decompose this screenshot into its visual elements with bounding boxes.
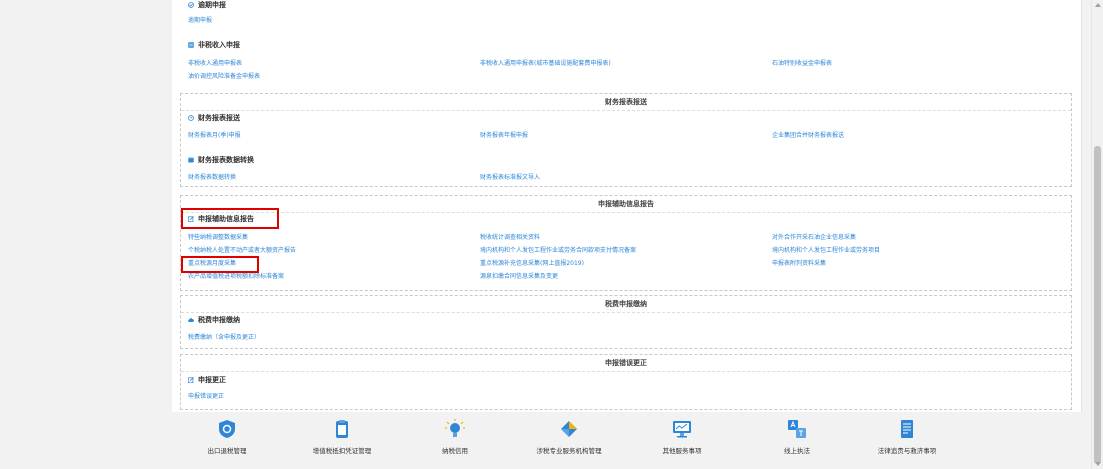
- scrollbar-thumb[interactable]: [1094, 146, 1101, 464]
- subsection-financial-convert: 财务报表数据转换: [188, 155, 254, 165]
- link-fin-import[interactable]: 财务报表标准报文导入: [480, 174, 540, 182]
- subsection-fee-payment: 税费申报缴纳: [188, 315, 240, 325]
- nav-label: 法律追责与救济事项: [877, 447, 937, 455]
- link-attached-data[interactable]: 申报表附列资料采集: [772, 260, 826, 268]
- link-overdue[interactable]: 逾期申报: [188, 17, 212, 25]
- bottom-nav: 出口退税管理 增值税抵扣凭证管理 纳税信用 涉税专业服务机构管理 其他服务事项 …: [172, 412, 1081, 469]
- link-fin-group[interactable]: 企业集团合并财务报表报送: [772, 132, 844, 140]
- box-financial: 财务报表报送: [180, 93, 1072, 187]
- subsection-overdue: 逾期申报: [188, 0, 226, 10]
- database-icon: [188, 157, 194, 163]
- nav-export-rebate[interactable]: 出口退税管理: [172, 418, 282, 455]
- nav-label: 其他服务事项: [662, 447, 702, 455]
- link-correction[interactable]: 申报错误更正: [188, 393, 224, 401]
- subsection-non-tax: 非税收入申报: [188, 40, 240, 50]
- check-circle-icon: [188, 2, 194, 8]
- link-non-tax-general[interactable]: 非税收入通用申报表: [188, 60, 242, 68]
- cloud-icon: [188, 318, 194, 322]
- scroll-up-arrow-icon[interactable]: [1095, 3, 1101, 7]
- link-agri-vat-record[interactable]: 农产品增值税进项税额扣除标准备案: [188, 273, 284, 281]
- link-tax-stats-survey[interactable]: 税收统计调查相关资料: [480, 234, 540, 242]
- link-fin-annual[interactable]: 财务报表年报申报: [480, 132, 528, 140]
- subsection-title: 逾期申报: [198, 1, 226, 9]
- link-withholding-contract[interactable]: 源泉扣缴合同信息采集及变更: [480, 273, 558, 281]
- subsection-title: 财务报表数据转换: [198, 156, 254, 164]
- vertical-scrollbar[interactable]: [1091, 0, 1103, 469]
- link-individual-asset-report[interactable]: 个税纳税人处置不动产或者大额资产报告: [188, 247, 296, 255]
- nav-label: 出口退税管理: [207, 447, 247, 455]
- nav-vat-voucher[interactable]: 增值税抵扣凭证管理: [287, 418, 397, 455]
- link-oil-special[interactable]: 石油特别收益金申报表: [772, 60, 832, 68]
- link-oil-price-reserve[interactable]: 油价调控风险准备金申报表: [188, 73, 260, 81]
- link-contract-project[interactable]: 境内机构和个人发包工程作业或劳务项目: [772, 247, 880, 255]
- clock-icon: [188, 115, 194, 121]
- edit-icon: [188, 377, 194, 383]
- subsection-correction: 申报更正: [188, 375, 226, 385]
- nav-label: 纳税信用: [442, 447, 468, 455]
- box-title: 申报错误更正: [181, 355, 1071, 372]
- subsection-title: 财务报表报送: [198, 114, 240, 122]
- nav-legal-remedy[interactable]: 法律追责与救济事项: [852, 418, 962, 455]
- link-special-tax-adjust[interactable]: 特些纳税调整数据采集: [188, 234, 248, 242]
- nav-tax-credit[interactable]: 纳税信用: [400, 418, 510, 455]
- nav-other-services[interactable]: 其他服务事项: [627, 418, 737, 455]
- link-contract-payment-record[interactable]: 境内机构和个人发包工程作业或劳务合同款项支付情况备案: [480, 247, 636, 255]
- nav-online-enforcement[interactable]: 线上执法: [742, 418, 852, 455]
- box-title: 财务报表报送: [181, 94, 1071, 111]
- box-title: 申报辅助信息报告: [181, 196, 1071, 213]
- subsection-title: 税费申报缴纳: [198, 316, 240, 324]
- nav-label: 增值税抵扣凭证管理: [312, 447, 372, 455]
- link-fin-convert[interactable]: 财务报表数据转换: [188, 174, 236, 182]
- link-fee-pay[interactable]: 税费缴纳（含申报及更正）: [188, 334, 260, 342]
- highlight-box-aux-title: [181, 208, 279, 229]
- link-fin-monthly[interactable]: 财务报表月(季)申报: [188, 132, 241, 140]
- nav-label: 线上执法: [784, 447, 810, 455]
- highlight-box-key-tax: [181, 256, 259, 273]
- box-fee-payment: 税费申报缴纳: [180, 295, 1072, 349]
- link-offshore-oil[interactable]: 对外合作开采石油企业信息采集: [772, 234, 856, 242]
- link-non-tax-city[interactable]: 非税收入通用申报表(城市基础设施配套费申报表): [480, 60, 611, 68]
- link-key-tax-supplement[interactable]: 重点税源补充信息采集(网上直报2019): [480, 260, 584, 268]
- monitor-icon: [673, 421, 691, 438]
- scroll-down-arrow-icon[interactable]: [1095, 462, 1101, 466]
- nav-label: 涉税专业服务机构管理: [536, 447, 602, 455]
- tablet-icon: [336, 420, 348, 438]
- lightbulb-icon: [445, 419, 465, 437]
- diamond-icon: [561, 421, 577, 437]
- box-aux-info: 申报辅助信息报告: [180, 195, 1072, 291]
- translate-icon: [788, 420, 806, 438]
- box-correction: 申报错误更正: [180, 354, 1072, 410]
- nav-tax-agency[interactable]: 涉税专业服务机构管理: [514, 418, 624, 455]
- box-title: 税费申报缴纳: [181, 296, 1071, 313]
- shield-icon: [219, 420, 235, 438]
- list-icon: [188, 42, 194, 48]
- subsection-title: 非税收入申报: [198, 41, 240, 49]
- subsection-financial-submit: 财务报表报送: [188, 113, 240, 123]
- document-icon: [901, 420, 913, 438]
- subsection-title: 申报更正: [198, 376, 226, 384]
